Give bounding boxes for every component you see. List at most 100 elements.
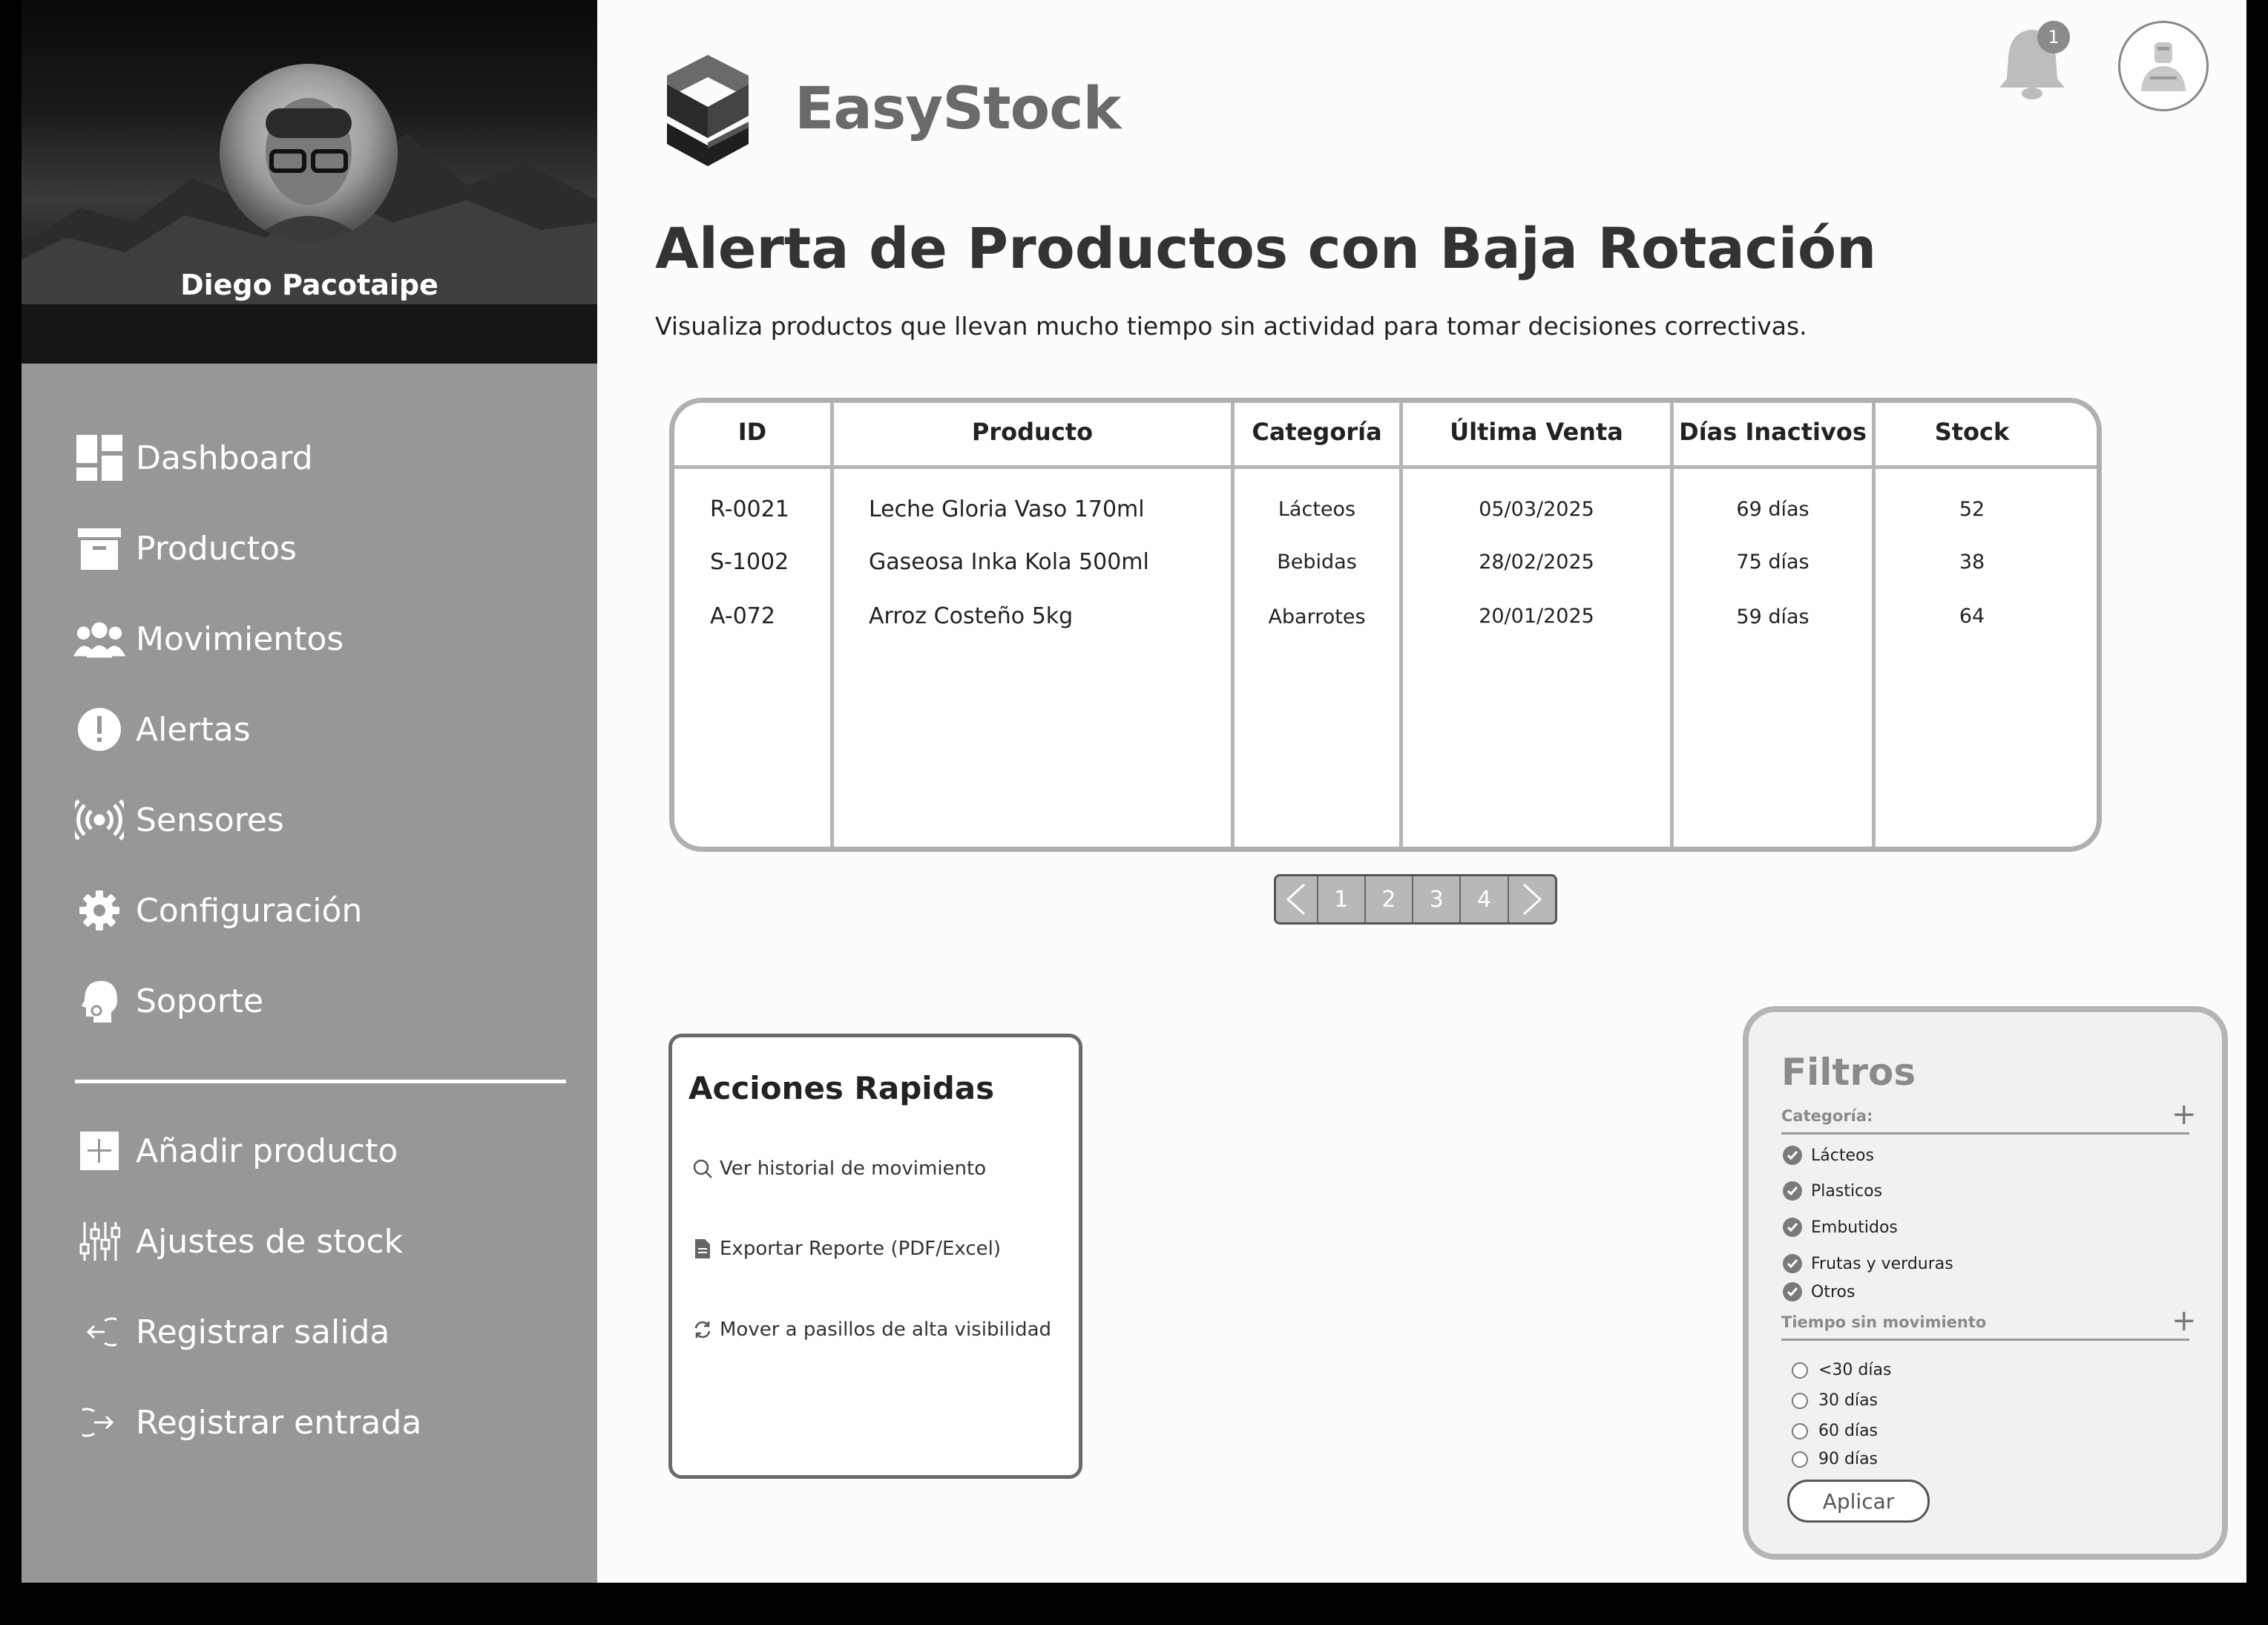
table-cell-stock: 38 [1959,551,1985,574]
filter-radio-lt30[interactable]: <30 días [1792,1361,1891,1379]
radio-label: 30 días [1818,1391,1879,1410]
page-button-4[interactable]: 4 [1461,876,1509,922]
sidebar-item-sensores[interactable]: Sensores [73,794,284,846]
filter-checkbox-embutidos[interactable]: Embutidos [1783,1218,1898,1237]
sidebar-item-label: Registrar entrada [136,1403,422,1442]
notification-badge: 1 [2037,21,2070,53]
sign-out-icon [73,1306,125,1358]
user-icon [2141,42,2186,91]
table-cell-producto: Arroz Costeño 5kg [869,603,1074,629]
quick-action-label: Exportar Reporte (PDF/Excel) [720,1238,1002,1260]
checkmark-icon [1783,1282,1802,1301]
filter-checkbox-lacteos[interactable]: Lácteos [1783,1146,1874,1165]
sidebar-item-productos[interactable]: Productos [73,522,297,574]
apply-filters-button[interactable]: Aplicar [1787,1480,1930,1523]
table-header-divider [674,465,2097,469]
filter-time-label: Tiempo sin movimiento [1781,1313,1987,1331]
users-icon [73,613,125,665]
sliders-icon [73,1215,125,1267]
radio-circle-icon [1792,1362,1808,1379]
sidebar: Diego Pacotaipe Dashboard Productos Movi… [22,0,597,1583]
table-cell-stock: 64 [1959,605,1985,628]
sidebar-item-label: Alertas [136,710,251,749]
brand-name: EasyStock [795,76,1121,142]
expand-time-plus-icon[interactable]: + [2172,1306,2197,1336]
radio-circle-icon [1792,1451,1808,1468]
sidebar-item-label: Añadir producto [136,1132,398,1170]
dashboard-icon [73,432,125,484]
column-header-stock[interactable]: Stock [1876,418,2068,446]
column-header-producto[interactable]: Producto [834,418,1231,446]
filter-divider [1781,1339,2189,1341]
table-cell-categoria: Abarrotes [1268,605,1366,628]
table-cell-id: S-1002 [710,549,789,575]
chevron-right-icon [1522,883,1542,916]
filter-category-label: Categoría: [1781,1107,1873,1125]
filters-panel: Filtros Categoría: + Lácteos Plasticos E… [1743,1006,2228,1560]
checkbox-label: Embutidos [1811,1218,1898,1237]
sidebar-item-registrar-entrada[interactable]: Registrar entrada [73,1396,421,1448]
expand-category-plus-icon[interactable]: + [2172,1100,2197,1129]
document-icon [690,1236,715,1261]
table-cell-stock: 52 [1959,498,1985,521]
filter-checkbox-plasticos[interactable]: Plasticos [1783,1181,1882,1201]
table-cell-ultima-venta: 28/02/2025 [1479,551,1594,574]
gear-icon [73,884,125,936]
sidebar-item-dashboard[interactable]: Dashboard [73,432,313,484]
column-header-id[interactable]: ID [674,418,830,446]
user-menu-button[interactable] [2118,21,2209,111]
radio-circle-icon [1792,1422,1808,1439]
column-divider [830,403,834,847]
page-subtitle: Visualiza productos que llevan mucho tie… [655,312,1807,341]
filter-checkbox-otros[interactable]: Otros [1783,1282,1855,1301]
sidebar-item-label: Dashboard [136,439,313,477]
sidebar-item-registrar-salida[interactable]: Registrar salida [73,1306,389,1358]
filter-radio-90[interactable]: 90 días [1792,1450,1878,1468]
table-cell-categoria: Bebidas [1277,551,1357,574]
table-cell-id: R-0021 [710,496,789,522]
archive-box-icon [73,522,125,574]
filter-radio-60[interactable]: 60 días [1792,1422,1878,1440]
checkmark-icon [1783,1218,1802,1237]
low-rotation-table: ID Producto Categoría Última Venta Días … [669,398,2102,852]
page-button-2[interactable]: 2 [1366,876,1414,922]
checkbox-label: Frutas y verduras [1811,1254,1953,1273]
filter-radio-30[interactable]: 30 días [1792,1391,1878,1410]
sign-in-icon [73,1396,125,1448]
next-page-button[interactable] [1509,876,1555,922]
sidebar-item-movimientos[interactable]: Movimientos [73,613,344,665]
quick-action-exportar-reporte[interactable]: Exportar Reporte (PDF/Excel) [690,1236,1001,1261]
sidebar-item-alertas[interactable]: Alertas [73,703,251,755]
quick-action-label: Mover a pasillos de alta visibilidad [720,1319,1052,1341]
quick-action-mover-pasillos[interactable]: Mover a pasillos de alta visibilidad [690,1317,1051,1342]
page-button-3[interactable]: 3 [1413,876,1462,922]
broadcast-icon [73,794,125,846]
pagination: 1 2 3 4 [1274,874,1557,925]
sidebar-item-label: Productos [136,529,297,568]
page-button-1[interactable]: 1 [1318,876,1366,922]
page-title: Alerta de Productos con Baja Rotación [655,215,1877,281]
prev-page-button[interactable] [1276,876,1318,922]
quick-actions-title: Acciones Rapidas [688,1070,995,1106]
checkbox-label: Lácteos [1811,1146,1874,1165]
column-header-categoria[interactable]: Categoría [1235,418,1399,446]
search-icon [690,1156,715,1181]
column-header-ultima-venta[interactable]: Última Venta [1403,418,1670,446]
sidebar-item-ajustes-stock[interactable]: Ajustes de stock [73,1215,403,1267]
sidebar-divider [75,1080,566,1083]
radio-label: 60 días [1818,1422,1879,1440]
sidebar-item-configuracion[interactable]: Configuración [73,884,362,936]
quick-action-ver-historial[interactable]: Ver historial de movimiento [690,1156,986,1181]
sidebar-item-anadir-producto[interactable]: Añadir producto [73,1125,398,1177]
radio-label: <30 días [1818,1361,1892,1379]
sidebar-item-label: Ajustes de stock [136,1222,404,1261]
column-header-dias-inactivos[interactable]: Días Inactivos [1674,418,1872,446]
sidebar-item-label: Soporte [136,982,264,1020]
sidebar-item-label: Movimientos [136,620,344,658]
table-cell-id: A-072 [710,603,775,629]
profile-header: Diego Pacotaipe [22,0,597,364]
sidebar-item-soporte[interactable]: Soporte [73,975,263,1027]
profile-avatar[interactable] [220,64,398,242]
filter-divider [1781,1132,2189,1135]
filter-checkbox-frutas-verduras[interactable]: Frutas y verduras [1783,1254,1953,1273]
